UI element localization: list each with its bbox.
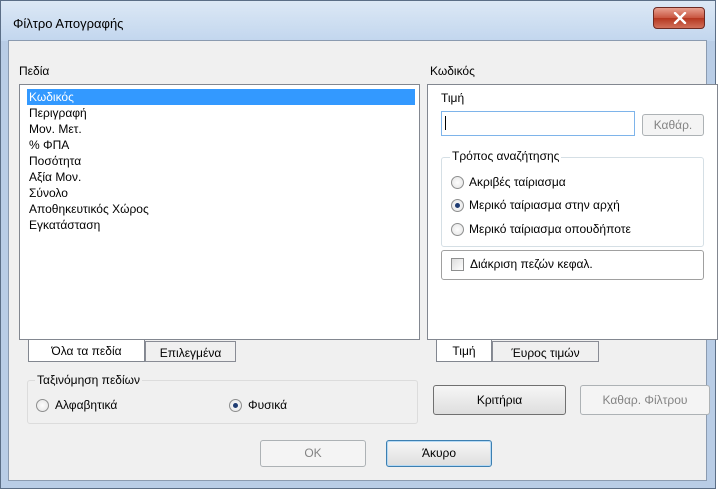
criteria-button[interactable]: Κριτήρια [433, 385, 566, 415]
mode-anywhere-radio[interactable] [451, 223, 464, 236]
tab-all-fields[interactable]: Όλα τα πεδία [28, 340, 145, 362]
tab-value-range[interactable]: Έυρος τιμών [492, 341, 599, 362]
case-sensitive-label[interactable]: Διάκριση πεζών κεφαλ. [470, 257, 593, 271]
fields-label: Πεδία [19, 64, 50, 78]
sort-group-label: Ταξινόμηση πεδίων [35, 373, 143, 387]
sort-natural-radio[interactable] [229, 399, 242, 412]
sort-natural-label[interactable]: Φυσικά [248, 398, 287, 412]
mode-prefix-label[interactable]: Μερικό ταίριασμα στην αρχή [469, 198, 620, 212]
fields-listbox[interactable]: Κωδικός Περιγραφή Μον. Μετ. % ΦΠΑ Ποσότη… [19, 84, 420, 340]
value-input[interactable] [441, 111, 635, 136]
mode-exact-radio[interactable] [451, 176, 464, 189]
value-label: Τιμή [441, 91, 465, 105]
window-title: Φίλτρο Απογραφής [13, 16, 124, 31]
mode-anywhere-label[interactable]: Μερικό ταίριασμα οπουδήποτε [469, 222, 631, 236]
list-item[interactable]: % ΦΠΑ [27, 137, 69, 153]
clear-value-button[interactable]: Καθάρ. [642, 114, 704, 136]
list-item[interactable]: Περιγραφή [27, 105, 87, 121]
search-mode-label: Τρόπος αναζήτησης [450, 149, 562, 163]
mode-exact-label[interactable]: Ακριβές ταίριασμα [469, 175, 566, 189]
clear-filter-button[interactable]: Καθαρ. Φίλτρου [580, 385, 710, 415]
criteria-field-label: Κωδικός [430, 64, 475, 78]
list-item[interactable]: Σύνολο [27, 185, 68, 201]
ok-button[interactable]: OK [260, 440, 366, 467]
list-item[interactable]: Εγκατάσταση [27, 217, 100, 233]
case-sensitive-checkbox[interactable] [451, 258, 464, 271]
text-caret [445, 116, 446, 130]
close-button[interactable] [653, 7, 705, 29]
title-bar[interactable]: Φίλτρο Απογραφής [1, 1, 715, 41]
list-item[interactable]: Κωδικός [27, 89, 415, 105]
list-item[interactable]: Αξία Μον. [27, 169, 81, 185]
close-icon [673, 12, 687, 24]
tab-value[interactable]: Τιμή [436, 340, 492, 362]
list-item[interactable]: Μον. Μετ. [27, 121, 82, 137]
mode-prefix-radio[interactable] [451, 199, 464, 212]
sort-alphabetical-label[interactable]: Αλφαβητικά [55, 398, 117, 412]
criteria-panel: Τιμή Καθάρ. Τρόπος αναζήτησης Ακριβές τα… [427, 84, 718, 340]
tab-selected-fields[interactable]: Επιλεγμένα [145, 341, 236, 362]
cancel-button[interactable]: Άκυρο [386, 440, 492, 467]
list-item[interactable]: Ποσότητα [27, 153, 81, 169]
sort-alphabetical-radio[interactable] [36, 399, 49, 412]
list-item[interactable]: Αποθηκευτικός Χώρος [27, 201, 149, 217]
